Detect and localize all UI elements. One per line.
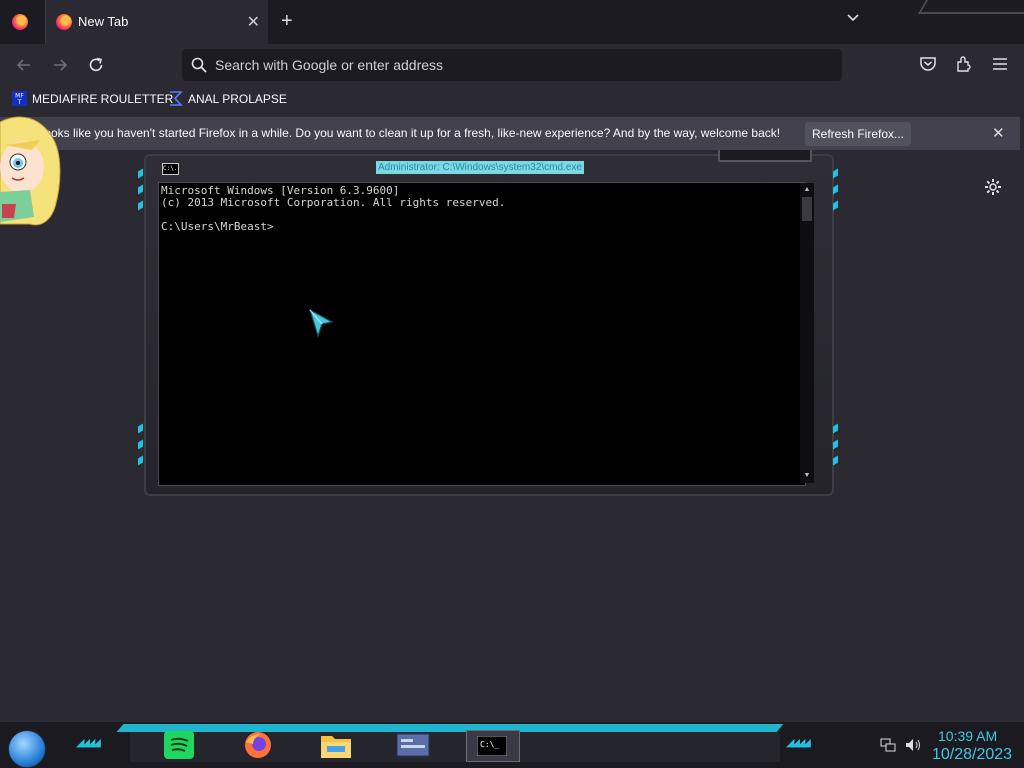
frame-light-decoration [138, 439, 143, 450]
bookmark-label: MEDIAFIRE ROULETTER [32, 92, 174, 106]
frame-light-decoration [138, 168, 143, 179]
frame-light-decoration [138, 423, 143, 434]
url-bar[interactable]: Search with Google or enter address [182, 49, 842, 81]
firefox-menu-icon[interactable] [12, 14, 28, 30]
console-output[interactable]: Microsoft Windows [Version 6.3.9600] (c)… [158, 182, 806, 486]
chevron-decoration-icon: ◢◢◢◢ [786, 737, 811, 749]
frame-light-decoration [833, 184, 838, 195]
mediafire-icon: MF T [12, 91, 27, 106]
frame-light-decoration [833, 455, 838, 466]
clock-date[interactable]: 10/28/2023 [932, 746, 1012, 764]
new-tab-button[interactable]: + [281, 10, 293, 33]
tab-title: New Tab [78, 14, 129, 29]
tab-close-icon[interactable]: ✕ [247, 12, 260, 32]
scroll-up-icon[interactable]: ▲ [802, 185, 812, 195]
bookmark-mediafire-rouletter[interactable]: MF T MEDIAFIRE ROULETTER [12, 90, 173, 108]
control-panel-icon[interactable] [396, 730, 430, 760]
url-input[interactable]: Search with Google or enter address [215, 57, 443, 73]
network-icon[interactable] [880, 737, 896, 753]
sigma-icon [170, 91, 183, 106]
tab-new-tab[interactable]: New Tab ✕ [45, 0, 268, 44]
firefox-icon[interactable] [241, 730, 275, 760]
window-title: Administrator: C:\Windows\system32\cmd.e… [376, 161, 584, 174]
clock-time[interactable]: 10:39 AM [938, 728, 997, 744]
menu-icon[interactable] [990, 54, 1010, 74]
reload-icon[interactable] [86, 55, 106, 75]
volume-icon[interactable] [904, 737, 922, 753]
frame-light-decoration [138, 455, 143, 466]
scrollbar-thumb[interactable] [802, 197, 812, 221]
search-icon [191, 57, 207, 73]
frame-light-decoration [138, 184, 143, 195]
window-frame-decoration [917, 0, 1024, 14]
gear-icon[interactable] [983, 177, 1003, 197]
bookmark-anal-prolapse[interactable]: ANAL PROLAPSE [168, 90, 288, 108]
forward-icon[interactable] [50, 55, 70, 75]
tab-bar: New Tab ✕ + [0, 0, 1024, 44]
notification-message: t looks like you haven't started Firefox… [35, 126, 781, 140]
navigation-toolbar: Search with Google or enter address [0, 44, 1024, 86]
scroll-down-icon[interactable]: ▼ [802, 471, 812, 481]
cmd-icon: C:\_ [477, 736, 507, 756]
bookmarks-toolbar: MF T MEDIAFIRE ROULETTER ANAL PROLAPSE [0, 86, 1024, 112]
command-prompt-window[interactable]: C:\. Administrator: C:\Windows\system32\… [138, 150, 838, 496]
mouse-cursor-icon [308, 308, 334, 338]
bookmark-label: ANAL PROLAPSE [188, 92, 287, 106]
cmd-icon: C:\. [162, 163, 179, 175]
back-icon[interactable] [14, 55, 34, 75]
taskbar-strip [130, 732, 780, 762]
cartoon-mascot-image [0, 116, 61, 226]
frame-light-decoration [138, 200, 143, 211]
frame-light-decoration [833, 200, 838, 211]
extensions-icon[interactable] [954, 54, 974, 74]
file-explorer-icon[interactable] [319, 730, 353, 760]
start-button[interactable] [8, 730, 46, 768]
console-scrollbar[interactable]: ▲ ▼ [800, 183, 814, 483]
chevron-decoration-icon: ◢◢◢◢ [76, 737, 101, 749]
console-text: Microsoft Windows [Version 6.3.9600] (c)… [161, 184, 506, 233]
taskbar-accent-bar [116, 724, 784, 732]
refresh-notification-bar: t looks like you haven't started Firefox… [0, 117, 1020, 150]
list-all-tabs-icon[interactable] [846, 11, 860, 25]
frame-light-decoration [833, 423, 838, 434]
spotify-icon[interactable] [162, 730, 196, 760]
svg-text:T: T [17, 99, 22, 106]
tab-favicon-icon [56, 14, 72, 30]
frame-light-decoration [833, 168, 838, 179]
svg-text:C:\_: C:\_ [480, 740, 499, 749]
frame-light-decoration [833, 439, 838, 450]
cmd-taskbar-button[interactable]: C:\_ [466, 730, 520, 762]
refresh-firefox-button[interactable]: Refresh Firefox... [805, 122, 911, 146]
notification-close-icon[interactable]: ✕ [992, 124, 1005, 142]
pocket-icon[interactable] [918, 54, 938, 74]
window-frame-decoration [718, 150, 812, 162]
